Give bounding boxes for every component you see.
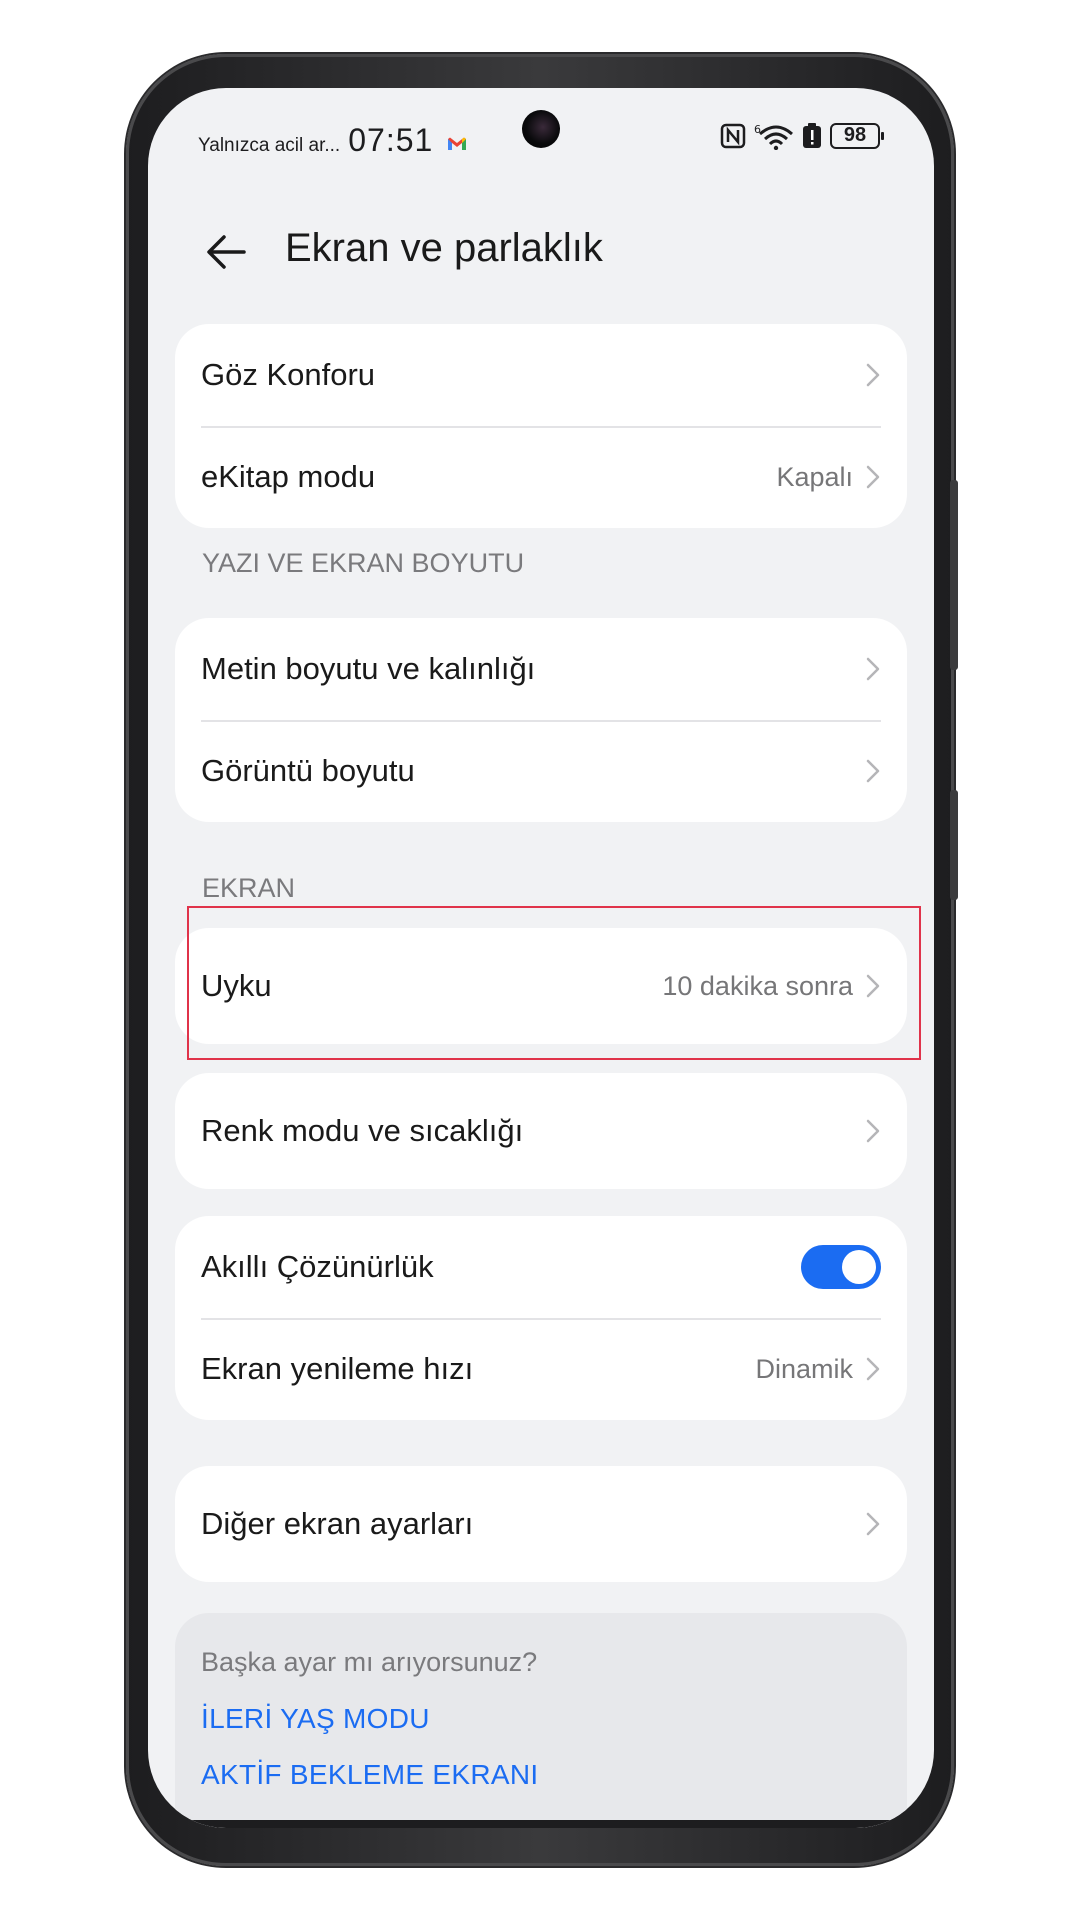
sleep-label: Uyku	[201, 968, 272, 1003]
status-left: Yalnızca acil ar... 07:51	[198, 122, 467, 159]
battery-indicator: 98	[830, 123, 884, 149]
front-camera	[522, 110, 560, 148]
nfc-icon	[720, 123, 746, 149]
section-header-text-size: YAZI VE EKRAN BOYUTU	[202, 548, 525, 578]
refresh-rate-value: Dinamik	[755, 1353, 853, 1384]
suggestions-title: Başka ayar mı arıyorsunuz?	[201, 1647, 538, 1677]
smart-resolution-toggle[interactable]	[801, 1245, 881, 1289]
settings-group-color: Renk modu ve sıcaklığı	[175, 1073, 907, 1189]
clock: 07:51	[348, 122, 434, 158]
settings-group-other: Diğer ekran ayarları	[175, 1466, 907, 1582]
eye-comfort-label: Göz Konforu	[201, 357, 376, 392]
chevron-right-icon	[866, 1119, 880, 1143]
refresh-rate-label: Ekran yenileme hızı	[201, 1351, 474, 1386]
suggestions-card: Başka ayar mı arıyorsunuz? İLERİ YAŞ MOD…	[175, 1613, 907, 1828]
screen: Yalnızca acil ar... 07:51 6 98 Ekran ve …	[148, 88, 934, 1828]
chevron-right-icon	[866, 1357, 880, 1381]
ebook-mode-row[interactable]: eKitap modu Kapalı	[175, 426, 907, 528]
volume-button	[950, 480, 958, 670]
suggestion-link-always-on-display[interactable]: AKTİF BEKLEME EKRANI	[201, 1759, 538, 1791]
chevron-right-icon	[866, 363, 880, 387]
chevron-right-icon	[866, 465, 880, 489]
text-size-label: Metin boyutu ve kalınlığı	[201, 651, 536, 686]
page-title: Ekran ve parlaklık	[285, 226, 603, 270]
status-right: 6 98	[720, 122, 884, 150]
smart-resolution-label: Akıllı Çözünürlük	[201, 1249, 434, 1284]
ebook-mode-value: Kapalı	[776, 461, 853, 492]
other-display-settings-row[interactable]: Diğer ekran ayarları	[175, 1466, 907, 1582]
chevron-right-icon	[866, 759, 880, 783]
display-size-row[interactable]: Görüntü boyutu	[175, 720, 907, 822]
suggestion-link-elderly-mode[interactable]: İLERİ YAŞ MODU	[201, 1703, 430, 1735]
header: Ekran ve parlaklık	[148, 198, 934, 308]
sleep-row[interactable]: Uyku 10 dakika sonra	[175, 928, 907, 1044]
settings-group-sleep: Uyku 10 dakika sonra	[175, 928, 907, 1044]
power-button	[950, 790, 958, 900]
carrier-text: Yalnızca acil ar...	[198, 135, 341, 156]
ebook-mode-label: eKitap modu	[201, 459, 376, 494]
settings-group-text-size: Metin boyutu ve kalınlığı Görüntü boyutu	[175, 618, 907, 822]
smart-resolution-row: Akıllı Çözünürlük	[175, 1216, 907, 1318]
color-mode-row[interactable]: Renk modu ve sıcaklığı	[175, 1073, 907, 1189]
wifi-6-icon: 6	[754, 123, 793, 150]
toggle-knob	[842, 1250, 876, 1284]
chevron-right-icon	[866, 974, 880, 998]
color-mode-label: Renk modu ve sıcaklığı	[201, 1113, 524, 1148]
svg-text:6: 6	[754, 123, 761, 136]
screen-bezel-bottom	[148, 1820, 934, 1828]
settings-group-resolution: Akıllı Çözünürlük Ekran yenileme hızı Di…	[175, 1216, 907, 1420]
chevron-right-icon	[866, 657, 880, 681]
refresh-rate-row[interactable]: Ekran yenileme hızı Dinamik	[175, 1318, 907, 1420]
eye-comfort-row[interactable]: Göz Konforu	[175, 324, 907, 426]
other-display-settings-label: Diğer ekran ayarları	[201, 1506, 474, 1541]
chevron-right-icon	[866, 1512, 880, 1536]
settings-group-comfort: Göz Konforu eKitap modu Kapalı	[175, 324, 907, 528]
sleep-value: 10 dakika sonra	[662, 970, 853, 1001]
display-size-label: Görüntü boyutu	[201, 753, 415, 788]
section-header-screen: EKRAN	[202, 873, 296, 903]
back-arrow-icon[interactable]	[202, 228, 250, 276]
gmail-icon	[448, 137, 467, 150]
text-size-row[interactable]: Metin boyutu ve kalınlığı	[175, 618, 907, 720]
battery-alert-icon	[803, 123, 821, 148]
status-bar: Yalnızca acil ar... 07:51 6 98	[148, 88, 934, 184]
